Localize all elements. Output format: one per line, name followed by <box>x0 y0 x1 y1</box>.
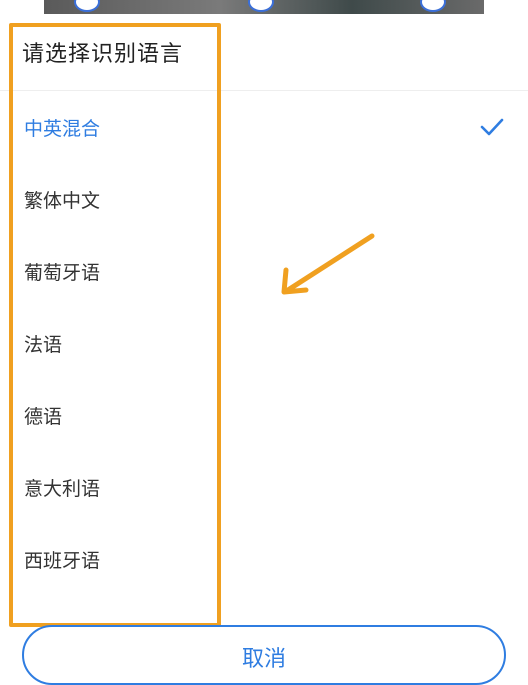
arrow-icon <box>281 233 375 295</box>
cancel-button-label: 取消 <box>241 647 286 672</box>
crop-handle-right <box>420 0 446 12</box>
language-option-label: 法语 <box>24 333 63 356</box>
language-option[interactable]: 中英混合 <box>0 91 528 163</box>
checkmark-icon <box>480 118 504 136</box>
language-option-label: 中英混合 <box>24 117 101 140</box>
crop-handle-left <box>74 0 100 12</box>
language-option-label: 西班牙语 <box>24 549 101 572</box>
language-option[interactable]: 德语 <box>0 379 528 451</box>
language-option[interactable]: 法语 <box>0 307 528 379</box>
language-option[interactable]: 意大利语 <box>0 451 528 523</box>
language-option[interactable]: 西班牙语 <box>0 523 528 595</box>
language-list: 中英混合 繁体中文 葡萄牙语 法语 德语 意大利语 西班牙语 <box>0 91 528 595</box>
dialog-title: 请选择识别语言 <box>22 42 184 67</box>
language-option-label: 繁体中文 <box>24 189 101 212</box>
language-select-sheet: 请选择识别语言 中英混合 繁体中文 葡萄牙语 法语 德语 意大利语 西班牙语 <box>0 14 528 674</box>
language-option-label: 意大利语 <box>24 477 101 500</box>
language-option-label: 德语 <box>24 405 63 428</box>
language-option[interactable]: 繁体中文 <box>0 163 528 235</box>
cancel-button[interactable]: 取消 <box>22 625 506 685</box>
language-option[interactable]: 葡萄牙语 <box>0 235 528 307</box>
crop-handle-center <box>248 0 274 12</box>
language-option-label: 葡萄牙语 <box>24 261 101 284</box>
